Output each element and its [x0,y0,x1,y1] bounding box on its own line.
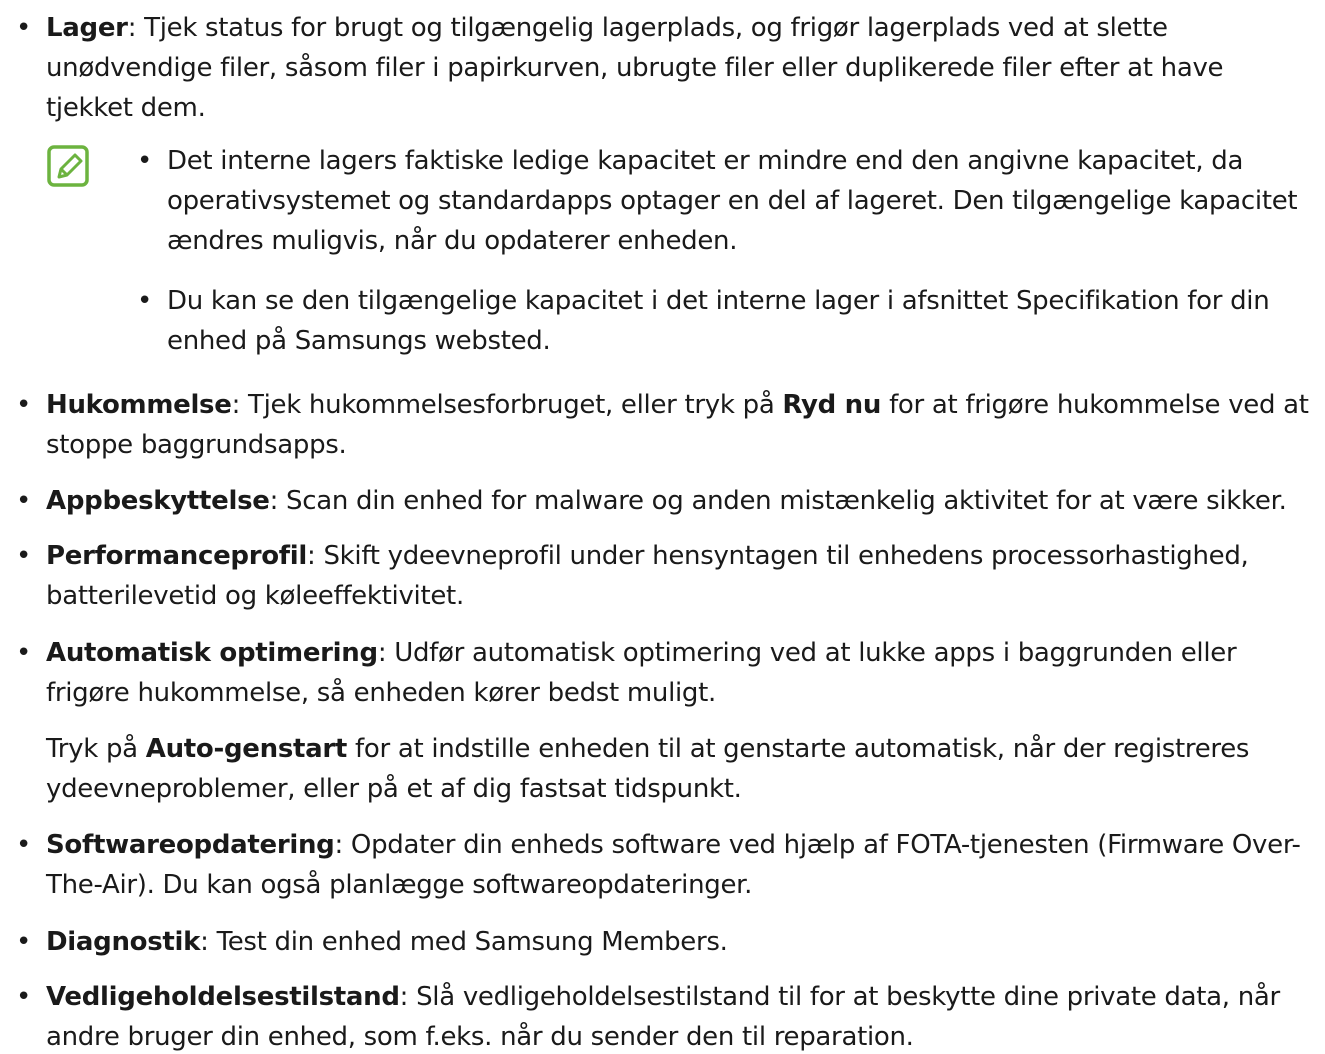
description-diagnostik: : Test din enhed med Samsung Members. [200,927,728,957]
list-item-hukommelse: • Hukommelse: Tjek hukommelsesforbruget,… [16,385,1316,465]
bullet: • [16,982,32,1012]
term-automatisk-optimering: Automatisk optimering [46,638,378,668]
list-item-automatisk-optimering: • Automatisk optimering: Udfør automatis… [16,633,1316,713]
auto-genstart-label: Auto-genstart [145,734,348,764]
bullet: • [16,13,32,43]
list-item-appbeskyttelse: • Appbeskyttelse: Scan din enhed for mal… [16,481,1316,521]
bullet: • [137,146,153,176]
list-item-softwareopdatering: • Softwareopdatering: Opdater din enheds… [16,825,1316,905]
term-appbeskyttelse: Appbeskyttelse [46,486,270,516]
ryd-nu-label: Ryd nu [782,390,882,420]
list-item-performanceprofil: • Performanceprofil: Skift ydeevneprofil… [16,536,1316,616]
term-diagnostik: Diagnostik [46,927,201,957]
description-appbeskyttelse: : Scan din enhed for malware og anden mi… [269,486,1287,516]
bullet: • [16,927,32,957]
bullet: • [137,286,153,316]
bullet: • [16,541,32,571]
note-text-1: Det interne lagers faktiske ledige kapac… [167,146,1298,256]
note-item-1: • Det interne lagers faktiske ledige kap… [137,141,1317,261]
list-item-vedligeholdelsestilstand: • Vedligeholdelsestilstand: Slå vedligeh… [16,977,1316,1054]
list-item-diagnostik: • Diagnostik: Test din enhed med Samsung… [16,922,1316,962]
note-item-2: • Du kan se den tilgængelige kapacitet i… [137,281,1317,361]
bullet: • [16,638,32,668]
term-hukommelse: Hukommelse [46,390,232,420]
auto-restart-paragraph: Tryk på Auto-genstart for at indstille e… [46,729,1316,809]
bullet: • [16,486,32,516]
bullet: • [16,390,32,420]
term-performanceprofil: Performanceprofil [46,541,308,571]
auto-restart-text-a: Tryk på [46,734,146,764]
note-text-2: Du kan se den tilgængelige kapacitet i d… [167,286,1270,356]
description-hukommelse-a: : Tjek hukommelsesforbruget, eller tryk … [231,390,783,420]
list-item-lager: • Lager: Tjek status for brugt og tilgæn… [16,8,1316,128]
term-vedligeholdelsestilstand: Vedligeholdelsestilstand [46,982,400,1012]
term-lager: Lager [46,13,128,43]
bullet: • [16,830,32,860]
note-pencil-icon [47,145,89,187]
term-softwareopdatering: Softwareopdatering [46,830,335,860]
description-lager: : Tjek status for brugt og tilgængelig l… [46,13,1224,123]
